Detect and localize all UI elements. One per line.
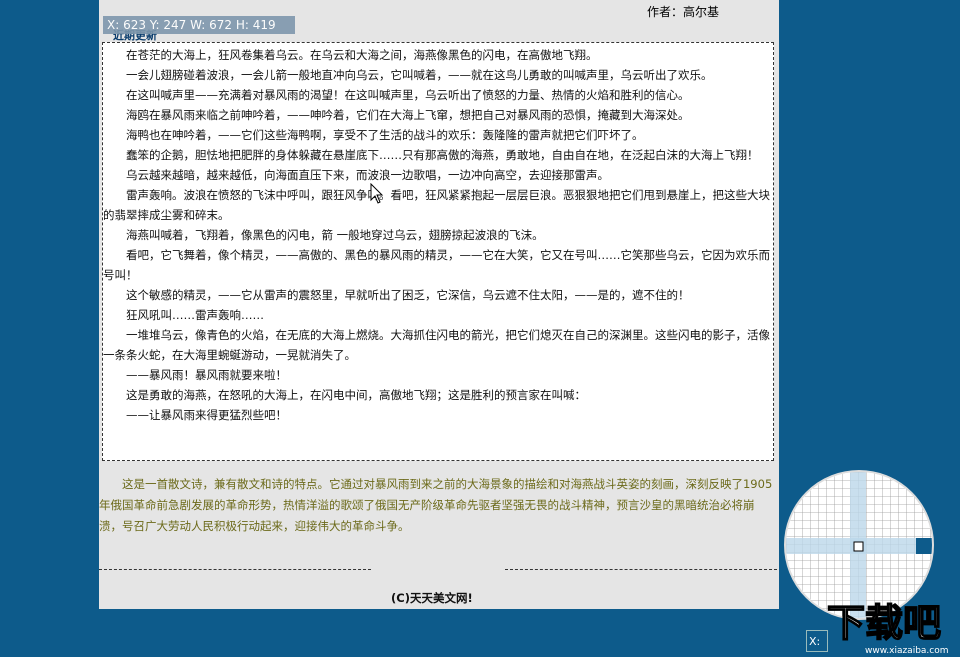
footer-divider-right [505,569,777,570]
commentary: 这是一首散文诗，兼有散文和诗的特点。它通过对暴风雨到来之前的大海景象的描绘和对海… [99,474,777,537]
mouse-cursor-icon [370,183,384,204]
poem-paragraph: 海鸥在暴风雨来临之前呻吟着，——呻吟着，它们在大海上飞窜，想把自己对暴风雨的恐惧… [126,108,690,122]
selection-coordinates-badge: X: 623 Y: 247 W: 672 H: 419 [103,16,295,34]
footer-divider-left [99,569,371,570]
poem-paragraph: 乌云越来越暗，越来越低，向海面直压下来，而波浪一边歌唱，一边冲向高空，去迎接那雷… [126,168,609,182]
poem-paragraph: ——暴风雨！暴风雨就要来啦！ [126,368,287,382]
xiazaiba-watermark-logo: 下载吧 www.xiazaiba.com [826,600,949,656]
poem-paragraph: 这是勇敢的海燕，在怒吼的大海上，在闪电中间，高傲地飞翔；这是胜利的预言家在叫喊： [126,388,586,402]
poem-paragraph: 一会儿翅膀碰着波浪，一会儿箭一般地直冲向乌云，它叫喊着，——就在这鸟儿勇敢的叫喊… [126,68,713,82]
poem-paragraph: 狂风吼叫……雷声轰响…… [126,308,264,322]
poem-paragraph: ——让暴风雨来得更猛烈些吧！ [126,408,287,422]
author-line: 作者：高尔基 [647,5,720,19]
poem-paragraph: 在苍茫的大海上，狂风卷集着乌云。在乌云和大海之间，海燕像黑色的闪电，在高傲地飞翔… [126,48,598,62]
poem-paragraph: 雷声轰响。波浪在愤怒的飞沫中呼叫，跟狂风争鸣。看吧，狂风紧紧抱起一层层巨浪。恶狠… [103,188,770,222]
document-page: 作者：高尔基 近期更新 在苍茫的大海上，狂风卷集着乌云。在乌云和大海之间，海燕像… [99,0,779,609]
poem-paragraph: 看吧，它飞舞着，像个精灵，——高傲的、黑色的暴风雨的精灵，——它在大笑，它又在号… [103,248,770,282]
svg-text:下载吧: 下载吧 [827,601,941,645]
commentary-text: 这是一首散文诗，兼有散文和诗的特点。它通过对暴风雨到来之前的大海景象的描绘和对海… [99,477,773,533]
poem-paragraph: 这个敏感的精灵，——它从雷声的震怒里，早就听出了困乏，它深信，乌云遮不住太阳，—… [126,288,690,302]
poem-paragraph: 海鸭也在呻吟着，——它们这些海鸭啊，享受不了生活的战斗的欢乐：轰隆隆的雷声就把它… [126,128,644,142]
poem-paragraph: 一堆堆乌云，像青色的火焰，在无底的大海上燃烧。大海抓住闪电的箭光，把它们熄灭在自… [103,328,770,362]
poem-body: 在苍茫的大海上，狂风卷集着乌云。在乌云和大海之间，海燕像黑色的闪电，在高傲地飞翔… [103,43,773,425]
svg-text:www.xiazaiba.com: www.xiazaiba.com [865,646,949,656]
poem-paragraph: 海燕叫喊着，飞翔着，像黑色的闪电，箭 一般地穿过乌云，翅膀掠起波浪的飞沫。 [126,228,544,242]
capture-selection-region[interactable]: 在苍茫的大海上，狂风卷集着乌云。在乌云和大海之间，海燕像黑色的闪电，在高傲地飞翔… [102,42,774,461]
copyright-text: (C)天天美文网! [391,591,473,605]
poem-paragraph: 蠢笨的企鹅，胆怯地把肥胖的身体躲藏在悬崖底下……只有那高傲的海燕，勇敢地，自由自… [126,148,759,162]
poem-paragraph: 在这叫喊声里——充满着对暴风雨的渴望！在这叫喊声里，乌云听出了愤怒的力量、热情的… [126,88,690,102]
